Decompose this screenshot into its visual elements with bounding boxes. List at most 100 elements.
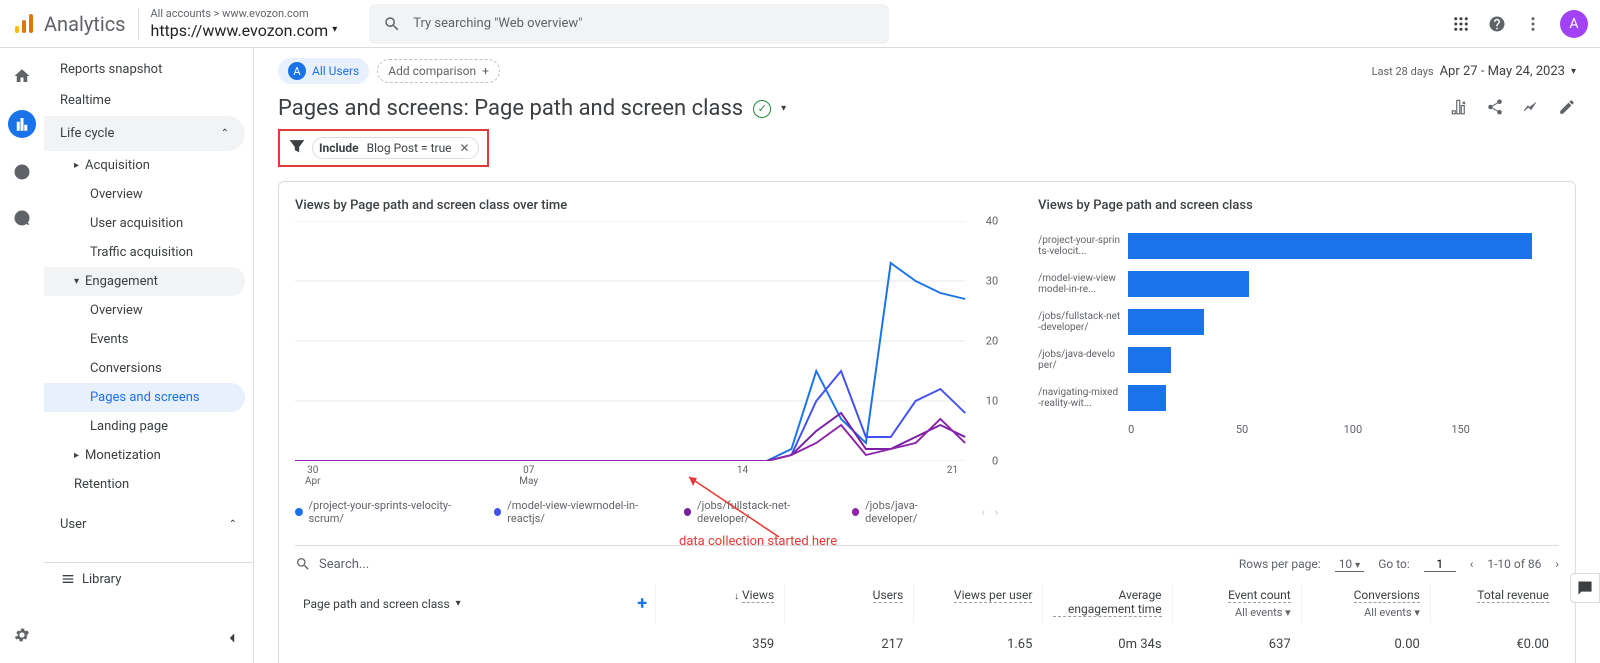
page-title: Pages and screens: Page path and screen …: [278, 96, 786, 121]
col-views[interactable]: ↓ Views: [655, 584, 784, 623]
sidebar-reports-snapshot[interactable]: Reports snapshot: [44, 54, 253, 85]
sidebar-collapse-button[interactable]: [223, 629, 241, 651]
caret-down-icon[interactable]: ▾: [781, 103, 786, 114]
insights-icon[interactable]: [1522, 98, 1540, 120]
caret-icon: ▸: [74, 160, 79, 171]
page-range: 1-10 of 86: [1487, 557, 1541, 571]
verified-check-icon[interactable]: ✓: [753, 100, 771, 118]
add-dimension-icon[interactable]: +: [637, 593, 647, 614]
sidebar-acq-overview[interactable]: Overview: [44, 180, 253, 209]
sidebar-library[interactable]: Library: [44, 563, 253, 595]
bar-row[interactable]: /jobs/java-developer/: [1038, 341, 1559, 379]
account-picker[interactable]: All accounts > www.evozon.com https://ww…: [151, 7, 338, 39]
filter-pill[interactable]: Include Blog Post = true ✕: [312, 137, 479, 159]
search-icon: [383, 15, 401, 33]
app-header: Analytics All accounts > www.evozon.com …: [0, 0, 1600, 48]
legend-prev-icon[interactable]: ‹: [982, 506, 985, 519]
search-placeholder: Try searching "Web overview": [413, 16, 582, 31]
search-icon: [295, 556, 311, 572]
rows-per-page-select[interactable]: 10 ▾: [1335, 557, 1365, 572]
rows-per-page-label: Rows per page:: [1239, 557, 1321, 571]
sidebar-engagement[interactable]: ▾Engagement: [44, 267, 245, 296]
sidebar-realtime[interactable]: Realtime: [44, 85, 253, 116]
table-search[interactable]: Search...: [295, 556, 1229, 572]
col-conversions[interactable]: ConversionsAll events ▾: [1301, 584, 1430, 623]
date-range-picker[interactable]: Last 28 days Apr 27 - May 24, 2023 ▾: [1372, 64, 1576, 79]
comparisons-row: AAll Users Add comparison +: [278, 58, 500, 84]
sidebar-eng-events[interactable]: Events: [44, 325, 253, 354]
sidebar-life-cycle[interactable]: Life cycle⌃: [44, 116, 245, 151]
sidebar-eng-conversions[interactable]: Conversions: [44, 354, 253, 383]
col-aet[interactable]: Average engagement time: [1042, 584, 1171, 623]
goto-label: Go to:: [1378, 557, 1410, 571]
chevron-up-icon: ⌃: [229, 519, 237, 530]
col-users[interactable]: Users: [784, 584, 913, 623]
edit-icon[interactable]: [1558, 98, 1576, 120]
caret-icon: ▸: [74, 450, 79, 461]
sidebar-acquisition[interactable]: ▸Acquisition: [44, 151, 253, 180]
filter-highlight-box: Include Blog Post = true ✕: [278, 129, 489, 167]
table-header: Page path and screen class ▾ + ↓ Views U…: [295, 584, 1559, 623]
legend-next-icon[interactable]: ›: [995, 506, 998, 519]
explore-icon[interactable]: [10, 160, 34, 184]
apps-icon[interactable]: [1452, 15, 1470, 33]
caret-down-icon: ▾: [456, 598, 461, 609]
divider: [138, 8, 139, 40]
page-next-icon[interactable]: ›: [1555, 557, 1559, 571]
chevron-up-icon: ⌃: [221, 128, 229, 139]
feedback-icon: [1576, 579, 1594, 597]
dimension-picker[interactable]: Page path and screen class ▾ +: [295, 584, 655, 623]
bar-row[interactable]: /jobs/fullstack-net-developer/: [1038, 303, 1559, 341]
legend-item[interactable]: /model-view-viewmodel-in-reactjs/: [494, 499, 666, 525]
chip-all-users[interactable]: AAll Users: [278, 58, 369, 84]
col-events[interactable]: Event countAll events ▾: [1172, 584, 1301, 623]
home-icon[interactable]: [10, 64, 34, 88]
close-icon[interactable]: ✕: [460, 141, 470, 155]
sidebar-retention[interactable]: Retention: [44, 470, 253, 499]
page-prev-icon[interactable]: ‹: [1470, 557, 1474, 571]
bar-chart[interactable]: /project-your-sprints-velocit.../model-v…: [1038, 221, 1559, 417]
caret-down-icon: ▾: [74, 276, 79, 287]
caret-down-icon: ▾: [332, 24, 337, 36]
reports-icon[interactable]: [8, 110, 36, 138]
sidebar-eng-overview[interactable]: Overview: [44, 296, 253, 325]
customize-icon[interactable]: [1450, 98, 1468, 120]
sidebar-acq-user[interactable]: User acquisition: [44, 209, 253, 238]
filter-icon[interactable]: [288, 137, 312, 159]
col-revenue[interactable]: Total revenue: [1430, 584, 1559, 623]
line-chart-title: Views by Page path and screen class over…: [295, 198, 998, 213]
legend-item[interactable]: /project-your-sprints-velocity-scrum/: [295, 499, 476, 525]
sidebar-acq-traffic[interactable]: Traffic acquisition: [44, 238, 253, 267]
share-icon[interactable]: [1486, 98, 1504, 120]
feedback-button[interactable]: [1570, 573, 1600, 603]
line-chart[interactable]: 010203040: [295, 221, 998, 461]
logo-text: Analytics: [44, 12, 126, 36]
table-totals-row: 359 217 1.65 0m 34s 637 0.00 €0.00: [295, 637, 1559, 652]
caret-down-icon: ▾: [1571, 66, 1576, 77]
goto-input[interactable]: [1424, 557, 1456, 572]
bar-row[interactable]: /navigating-mixed-reality-wit...: [1038, 379, 1559, 417]
avatar[interactable]: A: [1560, 10, 1588, 38]
sidebar-monetization[interactable]: ▸Monetization: [44, 441, 253, 470]
legend-item[interactable]: /jobs/java-developer/: [852, 499, 964, 525]
logo[interactable]: Analytics: [12, 12, 126, 36]
bar-row[interactable]: /project-your-sprints-velocit...: [1038, 227, 1559, 265]
chevron-left-icon: [223, 629, 241, 647]
sidebar-eng-pages[interactable]: Pages and screens: [44, 383, 245, 412]
sidebar-user[interactable]: User⌃: [44, 507, 253, 542]
chip-add-comparison[interactable]: Add comparison +: [377, 59, 500, 83]
advertising-icon[interactable]: [10, 206, 34, 230]
plus-icon: +: [482, 64, 489, 78]
annotation-text: data collection started here: [679, 534, 837, 549]
library-icon: [60, 571, 76, 587]
admin-gear-icon[interactable]: [10, 623, 34, 647]
main-content: AAll Users Add comparison + Last 28 days…: [254, 48, 1600, 663]
sidebar-eng-landing[interactable]: Landing page: [44, 412, 253, 441]
bar-row[interactable]: /model-view-viewmodel-in-re...: [1038, 265, 1559, 303]
more-vert-icon[interactable]: [1524, 15, 1542, 33]
search-bar[interactable]: Try searching "Web overview": [369, 4, 889, 44]
nav-rail: [0, 48, 44, 663]
col-vpu[interactable]: Views per user: [913, 584, 1042, 623]
account-breadcrumb: All accounts > www.evozon.com: [151, 7, 338, 20]
help-icon[interactable]: [1488, 15, 1506, 33]
